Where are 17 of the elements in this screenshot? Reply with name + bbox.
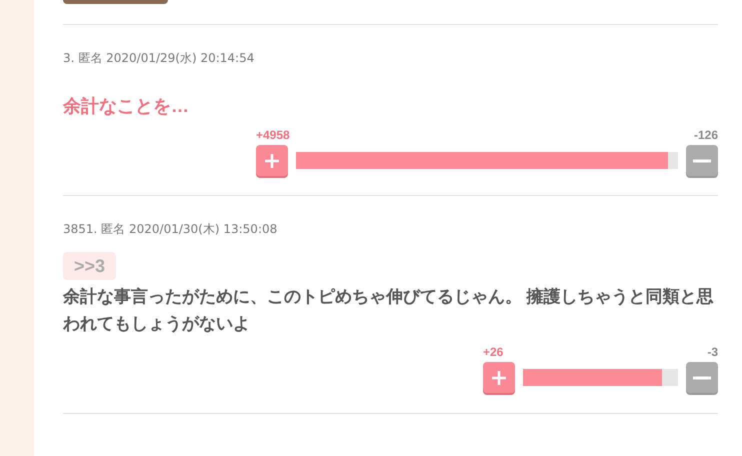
plus-count: +4958: [256, 128, 290, 142]
comment-text: 余計な事言ったがために、このトピめちゃ伸びてるじゃん。 擁護しちゃうと同類と思われてもしょうがないよ: [63, 286, 715, 335]
comment-meta: 3. 匿名 2020/01/29(水) 20:14:54: [63, 51, 256, 65]
plus-button[interactable]: [483, 362, 515, 393]
comment-meta: 3851. 匿名 2020/01/30(木) 13:50:08: [63, 222, 278, 236]
minus-icon: [693, 158, 711, 162]
minus-count: -126: [694, 128, 718, 142]
minus-icon: [693, 376, 711, 380]
plus-icon: [491, 370, 507, 386]
plus-count: +26: [483, 345, 504, 359]
reply-anchor-link[interactable]: >>3: [63, 252, 116, 280]
minus-button[interactable]: [686, 145, 718, 176]
minus-button[interactable]: [686, 362, 718, 393]
plus-icon: [264, 152, 280, 168]
plus-button[interactable]: [256, 145, 288, 176]
comment-title: 余計なことを…: [63, 95, 190, 118]
minus-count: -3: [707, 345, 718, 359]
